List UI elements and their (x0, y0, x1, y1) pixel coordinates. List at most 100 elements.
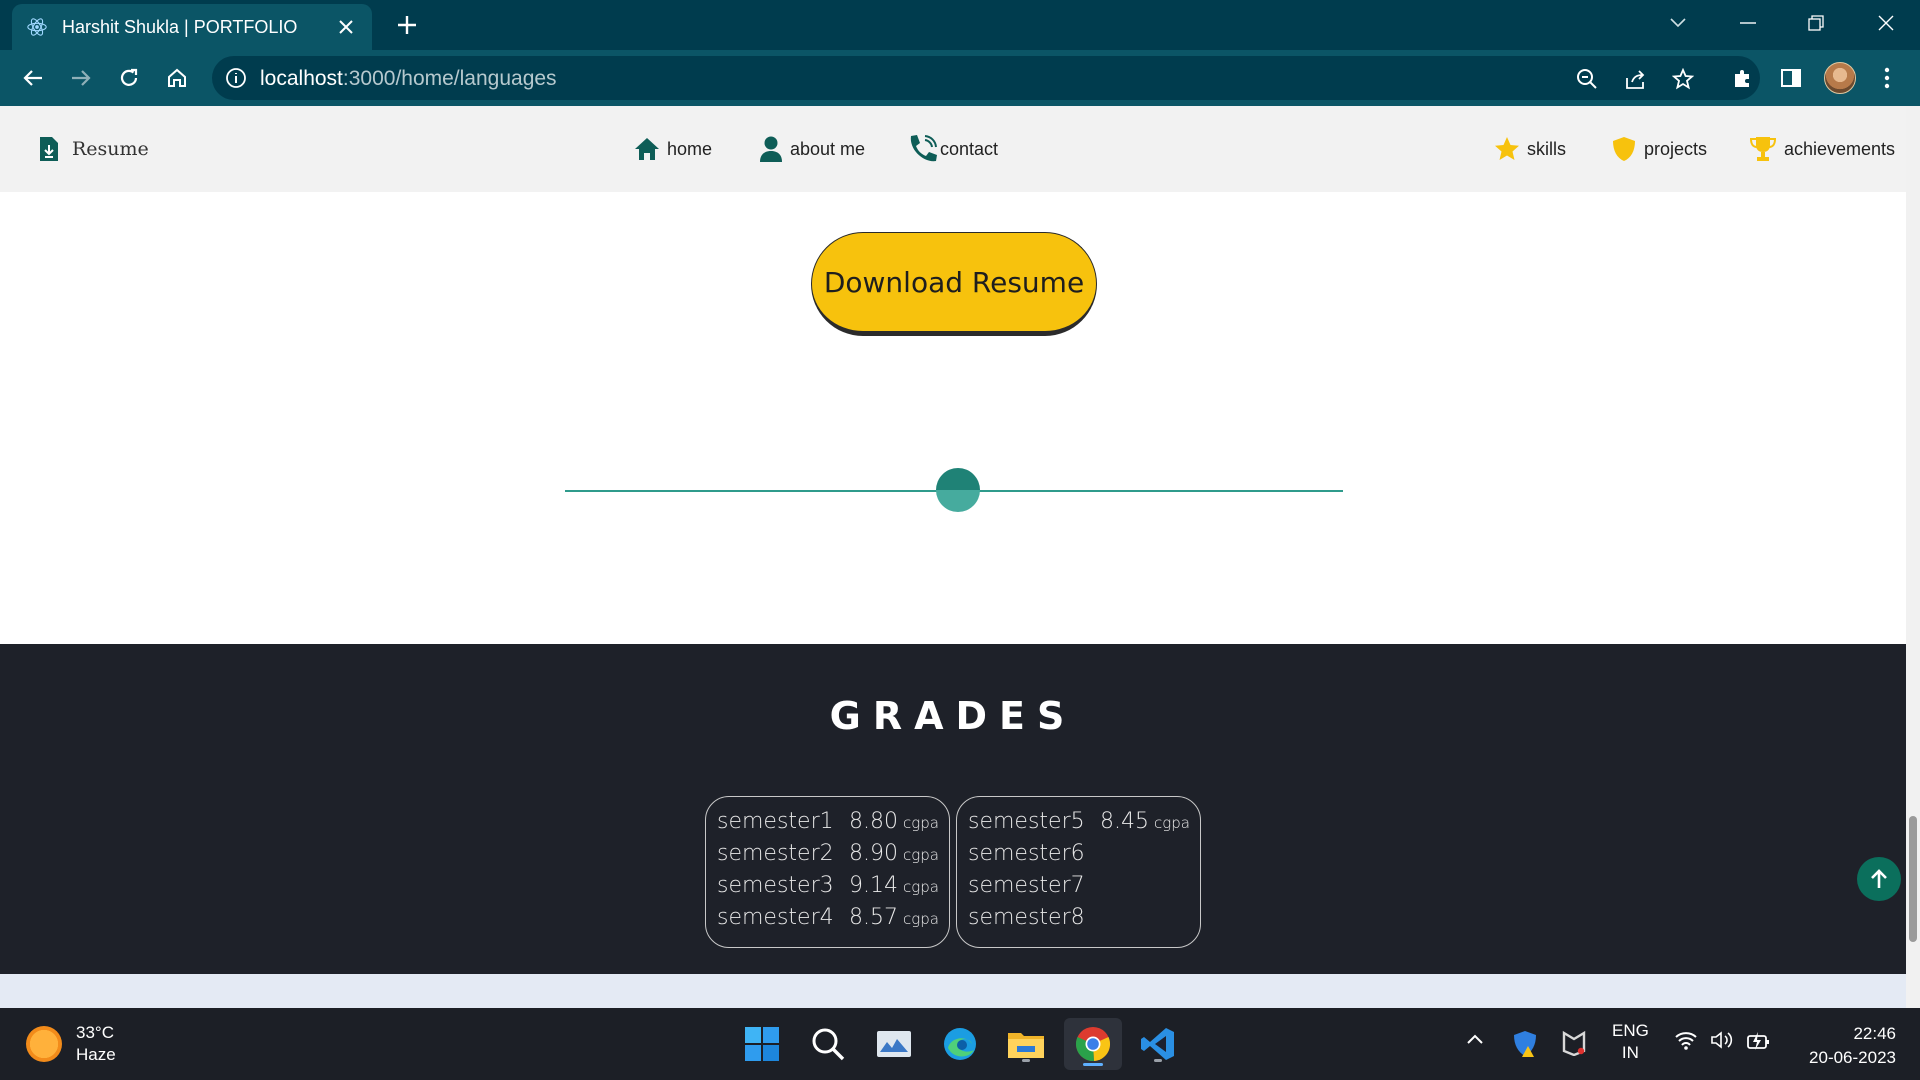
forward-arrow-icon[interactable] (64, 61, 98, 95)
grade-value: 8.80 cgpa (849, 809, 939, 834)
grade-row: semester1 8.80 cgpa (717, 809, 939, 841)
restore-icon[interactable] (1796, 8, 1836, 38)
react-favicon-icon (26, 16, 48, 38)
grades-card-left: semester1 8.80 cgpa semester2 8.90 cgpa seme… (705, 796, 950, 948)
nav-about-me[interactable]: about me (758, 132, 865, 166)
region-code: IN (1621, 1043, 1639, 1062)
running-indicator (1022, 1059, 1030, 1062)
semester-label: semester4 (717, 905, 834, 930)
page-scrollbar[interactable] (1906, 106, 1920, 1008)
edge-browser-icon[interactable] (938, 1022, 982, 1066)
grade-row: semester4 8.57 cgpa (717, 905, 939, 937)
zoom-icon[interactable] (1574, 66, 1600, 92)
address-bar[interactable]: localhost:3000/home/languages (212, 56, 1760, 100)
extensions-puzzle-icon[interactable] (1728, 63, 1758, 93)
star-icon (1495, 137, 1519, 160)
file-explorer-icon[interactable] (1004, 1022, 1048, 1066)
browser-toolbar: localhost:3000/home/languages (0, 50, 1920, 106)
grade-row: semester5 8.45 cgpa (968, 809, 1190, 841)
tray-overflow-chevron-icon[interactable] (1466, 1030, 1484, 1050)
grade-value: 8.90 cgpa (849, 841, 939, 866)
scroll-to-top-button[interactable] (1857, 857, 1901, 901)
url-text: localhost:3000/home/languages (260, 67, 557, 90)
nav-home-label: home (667, 138, 713, 159)
weather-widget[interactable]: 33°C Haze (26, 1022, 116, 1066)
nav-about-me-label: about me (790, 138, 866, 159)
site-info-icon[interactable] (224, 66, 248, 90)
grade-row: semester2 8.90 cgpa (717, 841, 939, 873)
mcafee-icon[interactable] (1562, 1030, 1586, 1061)
nav-achievements[interactable]: achievements (1748, 132, 1895, 166)
file-download-icon (40, 137, 58, 161)
trophy-icon (1749, 137, 1777, 161)
clock-date: 20-06-2023 (1809, 1048, 1896, 1067)
nav-projects[interactable]: projects (1610, 132, 1707, 166)
shield-icon (1613, 137, 1635, 161)
grade-value: 8.57 cgpa (849, 905, 939, 930)
photos-app-icon[interactable] (872, 1022, 916, 1066)
grades-card-right: semester5 8.45 cgpa semester6 semester7 se… (956, 796, 1201, 948)
semester-label: semester8 (968, 905, 1085, 930)
lang-code: ENG (1612, 1021, 1649, 1040)
tab-close-icon[interactable] (334, 15, 358, 39)
grade-row: semester8 (968, 905, 1190, 937)
semester-label: semester1 (717, 809, 834, 834)
side-panel-icon[interactable] (1776, 63, 1806, 93)
weather-temp: 33°C (76, 1023, 114, 1042)
arrow-up-icon (1871, 869, 1887, 888)
profile-avatar[interactable] (1824, 62, 1856, 94)
battery-charging-icon[interactable] (1746, 1030, 1772, 1057)
running-indicator (1083, 1063, 1103, 1066)
nav-achievements-label: achievements (1784, 138, 1896, 159)
download-resume-button[interactable]: Download Resume (811, 232, 1097, 336)
resume-label: Resume (72, 138, 149, 160)
semester-label: semester6 (968, 841, 1085, 866)
tab-title: Harshit Shukla | PORTFOLIO (62, 16, 298, 37)
weather-condition: Haze (76, 1045, 116, 1064)
semester-label: semester3 (717, 873, 834, 898)
share-icon[interactable] (1622, 66, 1648, 92)
new-tab-button[interactable] (392, 10, 422, 40)
grade-row: semester7 (968, 873, 1190, 905)
browser-tab[interactable]: Harshit Shukla | PORTFOLIO (12, 4, 372, 50)
nav-contact[interactable]: contact (906, 132, 998, 166)
chrome-taskbar-icon[interactable] (1064, 1018, 1122, 1070)
volume-icon[interactable] (1710, 1030, 1734, 1055)
bookmark-star-icon[interactable] (1670, 66, 1696, 92)
back-arrow-icon[interactable] (16, 61, 50, 95)
tab-search-chevron-icon[interactable] (1658, 8, 1698, 38)
vscode-icon[interactable] (1136, 1022, 1180, 1066)
nav-home[interactable]: home (633, 132, 712, 166)
weather-haze-icon (26, 1026, 62, 1062)
slider-knob[interactable] (936, 468, 980, 512)
user-icon (760, 136, 782, 162)
system-clock[interactable]: 22:46 20-06-2023 (1796, 1022, 1896, 1070)
semester-label: semester7 (968, 873, 1085, 898)
defender-shield-icon[interactable] (1512, 1030, 1538, 1063)
portfolio-page: Resume home about me contact skills proj… (0, 106, 1906, 1008)
scrollbar-thumb[interactable] (1909, 816, 1917, 942)
grade-row: semester3 9.14 cgpa (717, 873, 939, 905)
grades-title: GRADES (829, 694, 1077, 738)
nav-skills[interactable]: skills (1493, 132, 1566, 166)
home-browser-icon[interactable] (160, 61, 194, 95)
semester-label: semester5 (968, 809, 1085, 834)
footer-strip (0, 974, 1906, 1008)
semester-label: semester2 (717, 841, 834, 866)
reload-icon[interactable] (112, 61, 146, 95)
site-navbar: Resume home about me contact skills proj… (0, 106, 1906, 192)
wifi-icon[interactable] (1674, 1030, 1698, 1055)
browser-tab-strip: Harshit Shukla | PORTFOLIO (0, 0, 1920, 50)
os-taskbar: 33°C Haze ENG IN 22:46 20-06-2023 (0, 1008, 1920, 1080)
grade-value: 9.14 cgpa (849, 873, 939, 898)
nav-skills-label: skills (1527, 138, 1566, 159)
language-indicator[interactable]: ENG IN (1612, 1020, 1649, 1064)
grade-value: 8.45 cgpa (1100, 809, 1190, 834)
minimize-icon[interactable] (1728, 8, 1768, 38)
home-icon (635, 138, 659, 160)
search-icon[interactable] (806, 1022, 850, 1066)
resume-link[interactable]: Resume (38, 132, 149, 166)
menu-kebab-icon[interactable] (1872, 63, 1902, 93)
windows-start-icon[interactable] (740, 1022, 784, 1066)
close-window-icon[interactable] (1866, 8, 1906, 38)
